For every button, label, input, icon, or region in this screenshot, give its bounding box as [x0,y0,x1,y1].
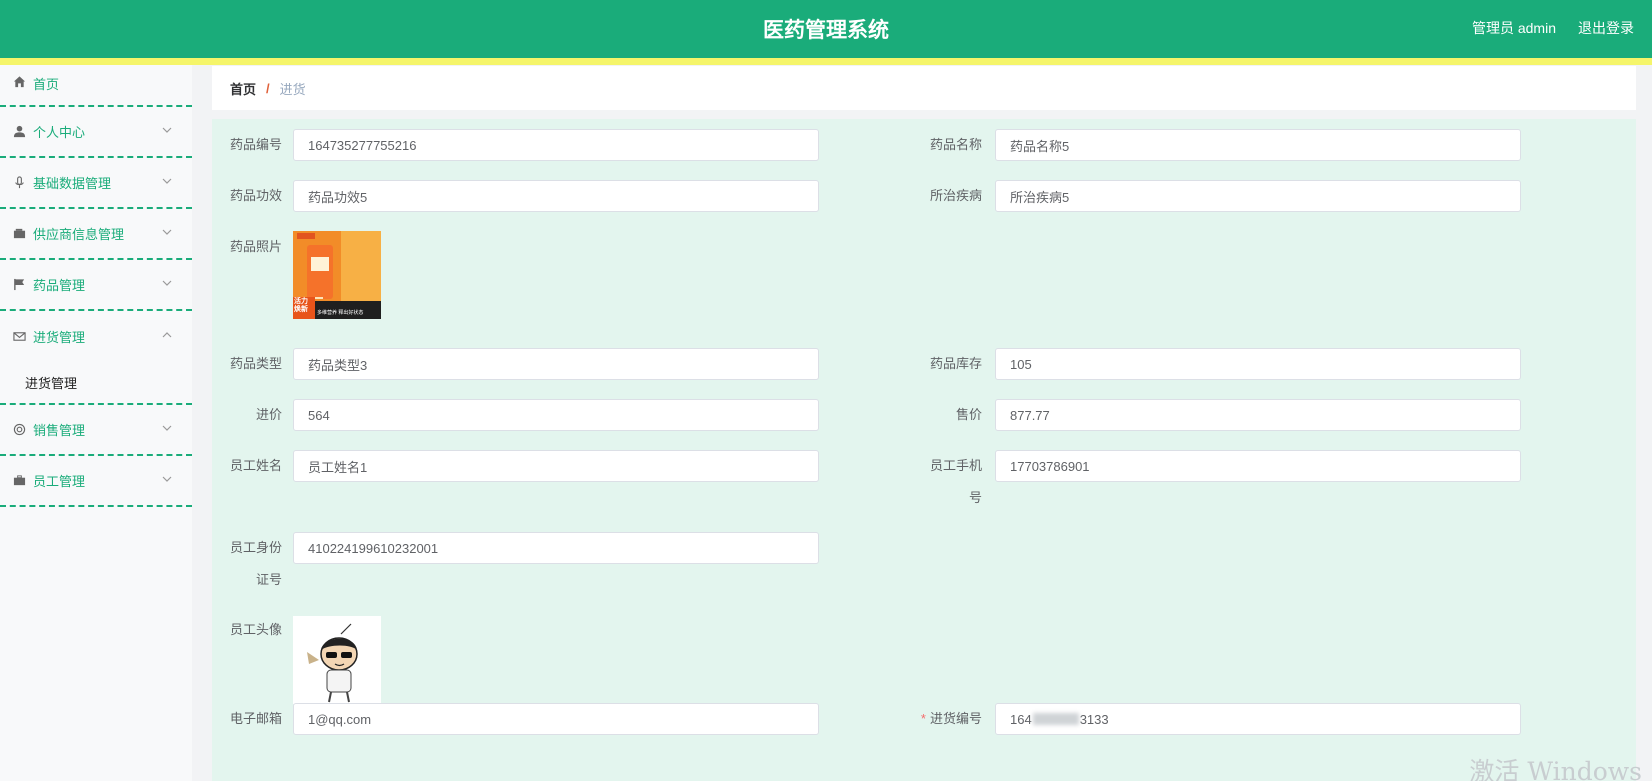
breadcrumb-separator: / [266,80,270,96]
staff-avatar-label: 员工头像 [229,622,282,637]
admin-label: 管理员 admin [1471,20,1556,36]
sidebar-item-drugs[interactable]: 药品管理 [0,260,192,311]
sidebar-item-purchase[interactable]: 进货管理 [0,311,192,362]
sidebar: 首页 个人中心 基础数据管理 供应商信息管理 药品管理 进货管理 进货管理 销售… [0,65,192,781]
stock-label: 药品库存 [929,356,982,371]
sale-price-label: 售价 [955,407,982,422]
purchase-form: 药品编号 药品名称 药品功效 所治疾病 药品照片 活力焕新 多维营养 释出好状态… [212,119,1636,781]
purchase-price-label: 进价 [255,407,282,422]
purchase-code-label: * 进货编号 [912,703,982,735]
stock-input[interactable] [995,348,1521,380]
drug-photo-label: 药品照片 [229,239,282,254]
staff-phone-label-line1: 员工手机 [929,458,982,473]
sidebar-item-label: 药品管理 [33,278,86,293]
sidebar-item-label: 首页 [33,77,60,92]
disease-label: 所治疾病 [929,188,982,203]
drug-code-input[interactable] [293,129,819,161]
staff-name-label: 员工姓名 [229,458,282,473]
purchase-code-label-text: 进货编号 [929,711,982,726]
breadcrumb-home[interactable]: 首页 [230,79,256,98]
staff-id-input[interactable] [293,532,819,564]
staff-id-label: 员工身份 证号 [212,532,282,596]
drug-photo-caption-2: 多维营养 释出好状态 [317,310,364,316]
email-label: 电子邮箱 [229,711,282,726]
drug-type-input[interactable] [293,348,819,380]
sidebar-item-profile[interactable]: 个人中心 [0,107,192,158]
home-icon [12,74,26,88]
sidebar-item-label: 员工管理 [33,474,86,489]
user-icon [12,125,26,139]
sale-price-input[interactable] [995,399,1521,431]
briefcase-icon [12,474,26,488]
drug-name-label: 药品名称 [929,137,982,152]
logout-button[interactable]: 退出登录 [1578,18,1634,38]
staff-phone-label: 员工手机 号 [912,450,982,514]
sidebar-item-staff[interactable]: 员工管理 [0,456,192,507]
breadcrumb: 首页 / 进货 [212,66,1636,110]
staff-phone-input[interactable] [995,450,1521,482]
lifebuoy-icon [12,423,26,437]
flag-icon [12,278,26,292]
required-mark: * [920,711,926,726]
wallet-icon [12,227,26,241]
chevron-down-icon [162,474,172,487]
drug-effect-label: 药品功效 [229,188,282,203]
drug-photo-caption-1: 活力焕新 [294,298,308,313]
app-title: 医药管理系统 [763,19,889,42]
top-header: 医药管理系统 管理员 admin 退出登录 [0,0,1652,58]
chevron-down-icon [162,176,172,189]
header-stripe [0,58,1652,65]
purchase-price-input[interactable] [293,399,819,431]
submenu-item-purchase[interactable]: 进货管理 [0,362,192,405]
staff-name-input[interactable] [293,450,819,482]
drug-name-input[interactable] [995,129,1521,161]
chevron-down-icon [162,125,172,138]
sidebar-item-supplier[interactable]: 供应商信息管理 [0,209,192,260]
microphone-icon [12,176,26,190]
mail-icon [12,330,26,344]
windows-activation-watermark: 激活 Windows [1469,757,1642,781]
chevron-down-icon [162,423,172,436]
sidebar-item-home[interactable]: 首页 [0,65,192,107]
staff-id-label-line1: 员工身份 [229,540,282,555]
drug-photo-image[interactable]: 活力焕新 多维营养 释出好状态 [293,231,381,319]
sidebar-item-label: 销售管理 [33,423,86,438]
sidebar-item-base-data[interactable]: 基础数据管理 [0,158,192,209]
breadcrumb-current: 进货 [279,81,306,97]
purchase-code-blur [1032,713,1079,725]
drug-code-label: 药品编号 [229,137,282,152]
disease-input[interactable] [995,180,1521,212]
purchase-code-value-tail: 3133 [1079,711,1109,727]
sidebar-item-label: 个人中心 [33,125,86,140]
drug-effect-input[interactable] [293,180,819,212]
sidebar-item-label: 进货管理 [33,330,86,345]
chevron-down-icon [162,278,172,291]
purchase-code-input[interactable]: 164 3133 [995,703,1521,735]
purchase-code-value: 164 [1010,711,1032,727]
staff-phone-label-line2: 号 [968,490,982,505]
chevron-up-icon [162,330,172,343]
chevron-down-icon [162,227,172,240]
email-input[interactable] [293,703,819,735]
staff-id-label-line2: 证号 [255,572,282,587]
sidebar-item-sales[interactable]: 销售管理 [0,405,192,456]
drug-type-label: 药品类型 [229,356,282,371]
staff-avatar-image[interactable] [293,616,381,704]
sidebar-item-label: 基础数据管理 [33,176,112,191]
sidebar-item-label: 供应商信息管理 [33,227,125,242]
